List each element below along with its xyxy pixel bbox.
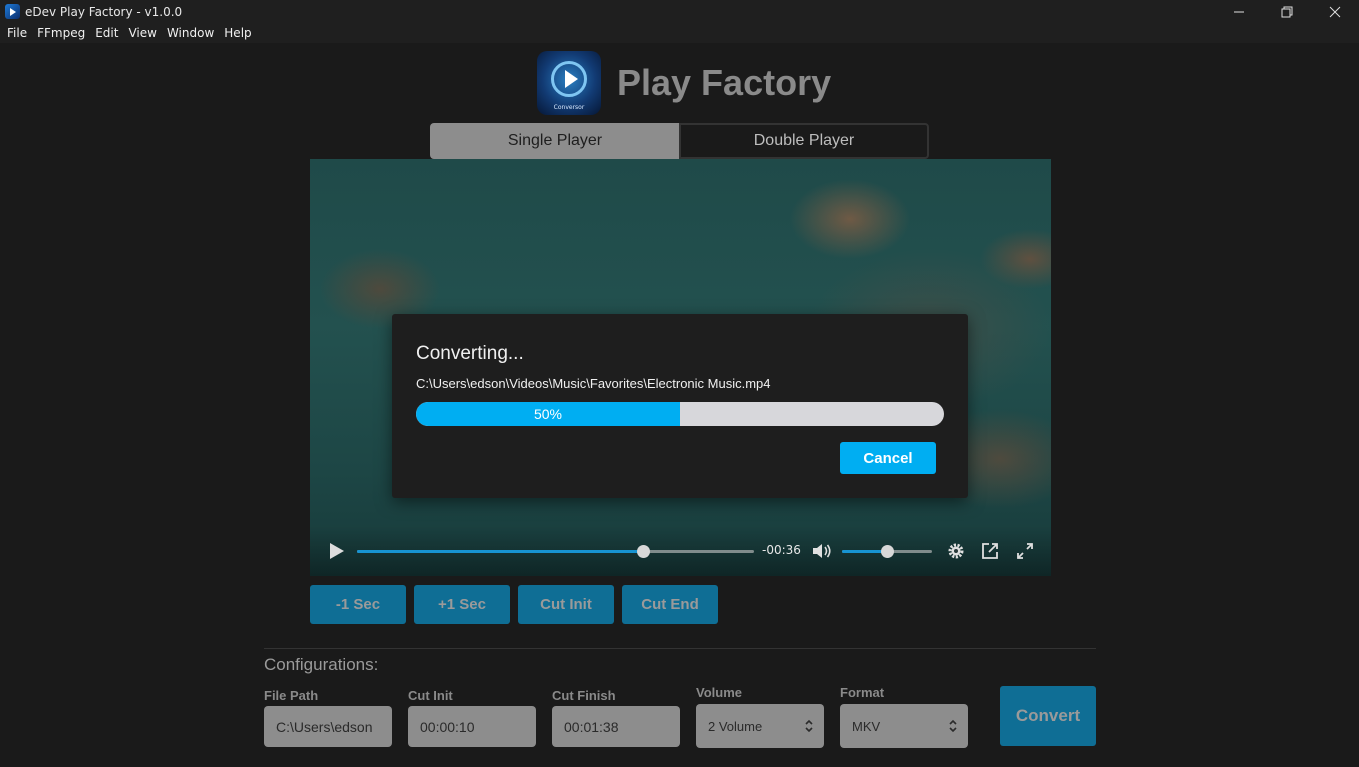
minimize-button[interactable] xyxy=(1215,0,1263,23)
volume-select-value: 2 Volume xyxy=(708,718,763,734)
tab-single-player[interactable]: Single Player xyxy=(430,123,680,159)
converting-dialog: Converting... C:\Users\edson\Videos\Musi… xyxy=(392,314,968,498)
maximize-button[interactable] xyxy=(1263,0,1311,23)
minus-one-sec-button[interactable]: -1 Sec xyxy=(310,585,406,624)
volume-label: Volume xyxy=(696,685,742,700)
config-divider xyxy=(264,648,1096,649)
dialog-title: Converting... xyxy=(416,343,524,364)
format-select-value: MKV xyxy=(852,718,881,734)
app-title: Play Factory xyxy=(617,62,832,103)
seek-progress xyxy=(357,550,643,553)
format-label: Format xyxy=(840,685,885,700)
config-title: Configurations: xyxy=(264,655,379,674)
menu-window[interactable]: Window xyxy=(162,26,219,40)
file-path-field[interactable]: C:\Users\edson xyxy=(264,706,392,747)
logo-caption: Conversor xyxy=(553,104,585,111)
close-icon xyxy=(1329,6,1341,17)
conversion-progress-bar: 50% xyxy=(416,402,944,426)
cut-end-button[interactable]: Cut End xyxy=(622,585,718,624)
play-icon[interactable] xyxy=(330,543,344,559)
progress-label: 50% xyxy=(533,406,563,422)
convert-button[interactable]: Convert xyxy=(1000,686,1096,746)
volume-icon[interactable] xyxy=(812,543,832,559)
chevron-up-down-icon xyxy=(948,718,958,734)
volume-slider[interactable] xyxy=(842,545,932,558)
tab-double-player[interactable]: Double Player xyxy=(679,123,929,159)
menu-help[interactable]: Help xyxy=(219,26,256,40)
fullscreen-icon[interactable] xyxy=(1016,542,1034,560)
cut-finish-field[interactable]: 00:01:38 xyxy=(552,706,680,747)
seek-handle[interactable] xyxy=(636,545,650,558)
time-remaining: -00:36 xyxy=(762,543,801,557)
menu-view[interactable]: View xyxy=(123,26,161,40)
dialog-file-path: C:\Users\edson\Videos\Music\Favorites\El… xyxy=(416,376,771,391)
menu-edit[interactable]: Edit xyxy=(90,26,123,40)
logo-play-icon xyxy=(565,70,578,88)
volume-handle[interactable] xyxy=(881,545,894,558)
close-button[interactable] xyxy=(1311,0,1359,23)
cut-init-button[interactable]: Cut Init xyxy=(518,585,614,624)
plus-one-sec-button[interactable]: +1 Sec xyxy=(414,585,510,624)
app-icon xyxy=(5,4,20,19)
menu-bar: File FFmpeg Edit View Window Help xyxy=(0,23,1359,43)
file-path-label: File Path xyxy=(264,688,319,703)
cancel-button[interactable]: Cancel xyxy=(840,442,936,474)
app-logo: Conversor xyxy=(537,51,601,115)
cut-init-field[interactable]: 00:00:10 xyxy=(408,706,536,747)
volume-select[interactable]: 2 Volume xyxy=(696,704,824,748)
gear-icon[interactable] xyxy=(947,542,965,560)
chevron-up-down-icon xyxy=(804,718,814,734)
window-title: eDev Play Factory - v1.0.0 xyxy=(25,4,183,19)
seek-bar[interactable] xyxy=(357,545,754,558)
restore-icon xyxy=(1281,6,1293,17)
menu-ffmpeg[interactable]: FFmpeg xyxy=(32,26,90,40)
window-controls xyxy=(1215,0,1359,23)
menu-file[interactable]: File xyxy=(2,26,32,40)
title-bar: eDev Play Factory - v1.0.0 xyxy=(0,0,1359,23)
open-external-icon[interactable] xyxy=(981,542,999,560)
format-select[interactable]: MKV xyxy=(840,704,968,748)
video-controls: -00:36 xyxy=(310,526,1051,576)
cut-init-label: Cut Init xyxy=(408,688,453,703)
cut-finish-label: Cut Finish xyxy=(552,688,616,703)
minimize-icon xyxy=(1234,11,1244,12)
